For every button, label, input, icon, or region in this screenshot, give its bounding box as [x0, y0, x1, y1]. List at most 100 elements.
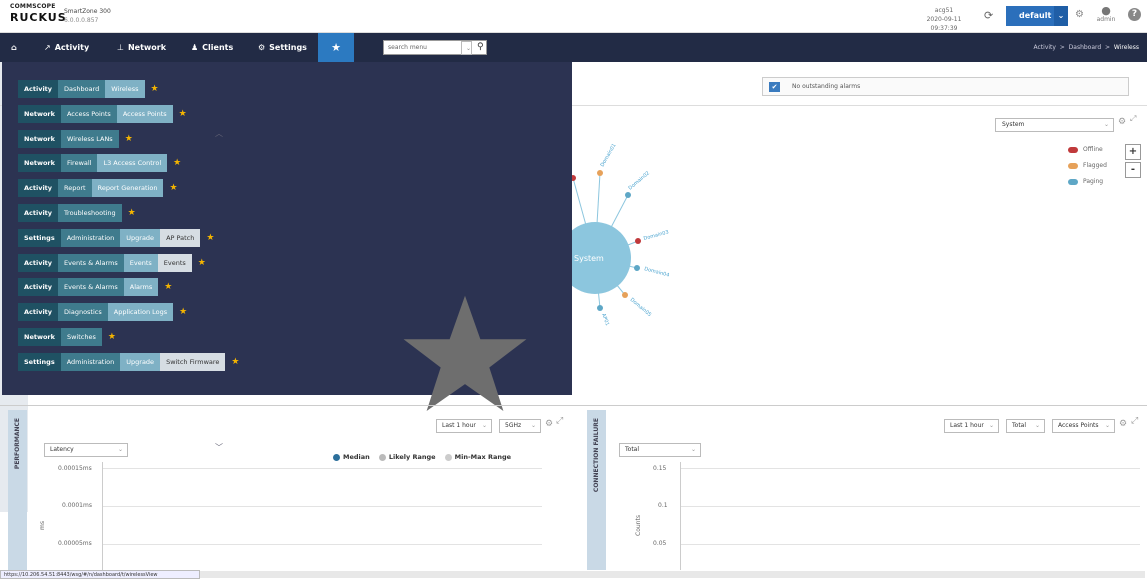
favorite-path-segment[interactable]: Activity — [18, 80, 59, 98]
favorite-item[interactable]: Activity Dashboard Wireless ★ — [18, 80, 159, 98]
horizontal-scrollbar[interactable] — [200, 571, 1145, 578]
favorite-path-segment[interactable]: Settings — [18, 352, 61, 371]
zoom-out-button[interactable]: - — [1125, 162, 1141, 178]
gear-icon[interactable]: ⚙ — [1118, 117, 1126, 127]
gear-icon[interactable]: ⚙ — [1119, 419, 1127, 429]
gear-icon[interactable]: ⚙ — [545, 419, 553, 429]
favorites-menu: ︿ Activity Dashboard Wireless ★ Network Acces… — [2, 62, 572, 452]
favorite-path-segment[interactable]: Activity — [18, 253, 59, 272]
star-icon[interactable]: ★ — [125, 134, 133, 144]
expand-icon[interactable]: ⤢ — [1131, 416, 1138, 426]
zoom-in-button[interactable]: + — [1125, 144, 1141, 160]
favorite-path-segment[interactable]: Activity — [18, 179, 59, 198]
favorite-item[interactable]: Activity Report Report Generation ★ — [18, 179, 178, 198]
perf-metric-select[interactable]: Latency ⌄ — [44, 443, 128, 457]
favorite-path-segment[interactable]: Network — [18, 104, 61, 123]
favorite-path-segment[interactable]: Troubleshooting — [58, 204, 122, 222]
favorite-path-segment[interactable]: Access Points — [60, 104, 117, 123]
star-icon[interactable]: ★ — [128, 208, 136, 218]
favorite-item[interactable]: Network Access Points Access Points ★ — [18, 104, 187, 123]
refresh-icon[interactable]: ⟳ — [984, 9, 993, 22]
domain-selector[interactable]: default ⌄ — [1006, 6, 1068, 26]
favorite-path-segment[interactable]: L3 Access Control — [97, 154, 168, 173]
user-menu[interactable]: ● admin — [1094, 5, 1118, 24]
star-icon[interactable]: ★ — [164, 282, 172, 292]
help-icon[interactable]: ? — [1128, 8, 1141, 21]
favorite-path-segment[interactable]: Events — [157, 253, 192, 272]
favorite-path-segment[interactable]: Dashboard — [58, 80, 106, 98]
star-icon[interactable]: ★ — [179, 109, 187, 119]
favorite-path-segment[interactable]: Report — [58, 179, 92, 198]
favorite-path-segment[interactable]: Upgrade — [120, 352, 161, 371]
scroll-down-icon[interactable]: ﹀ — [215, 442, 223, 453]
favorites-star-tab[interactable]: ★ — [318, 33, 354, 62]
favorite-path-segment[interactable]: Events — [123, 253, 158, 272]
nav-clients[interactable]: ♟ Clients — [191, 33, 233, 62]
favorite-path-segment[interactable]: Upgrade — [120, 228, 161, 247]
favorite-item[interactable]: Settings Administration Upgrade Switch Firm… — [18, 352, 240, 371]
favorite-path-segment[interactable]: Application Logs — [107, 303, 174, 322]
favorite-item[interactable]: Activity Events & Alarms Events Events ★ — [18, 253, 206, 272]
search-icon[interactable]: ⚲ — [473, 41, 484, 54]
star-icon[interactable]: ★ — [231, 357, 239, 367]
breadcrumb-item[interactable]: Dashboard — [1069, 44, 1102, 51]
favorite-path-segment[interactable]: Wireless LANs — [60, 129, 119, 148]
conn-metric-select[interactable]: Total ⌄ — [619, 443, 701, 457]
favorite-path-segment[interactable]: Wireless — [105, 80, 145, 98]
favorite-path-segment[interactable]: Diagnostics — [58, 303, 108, 322]
favorite-path-segment[interactable]: Network — [18, 154, 61, 173]
favorite-item[interactable]: Activity Events & Alarms Alarms ★ — [18, 278, 172, 297]
topology-graph[interactable]: System Domain01 Domain02 Domain03 Domain… — [560, 140, 710, 340]
chevron-down-icon[interactable]: ⌄ — [461, 41, 473, 55]
favorite-path-segment[interactable]: Alarms — [123, 278, 159, 297]
nav-settings[interactable]: ⚙ Settings — [258, 33, 307, 62]
conn-scope-select[interactable]: Access Points ⌄ — [1052, 419, 1115, 433]
home-icon[interactable]: ⌂ — [11, 33, 17, 62]
expand-icon[interactable]: ⤢ — [1130, 114, 1136, 124]
search-menu-input[interactable]: search menu ⌄ ⚲ — [383, 40, 487, 55]
perf-band-select[interactable]: 5GHz ⌄ — [499, 419, 541, 433]
chevron-down-icon[interactable]: ⌄ — [1054, 6, 1068, 26]
ruckus-logo[interactable]: COMMSCOPE RUCKUS — [10, 4, 67, 24]
star-icon[interactable]: ★ — [179, 307, 187, 317]
favorite-path-segment[interactable]: Firewall — [60, 154, 98, 173]
performance-tab[interactable]: PERFORMANCE — [8, 410, 27, 570]
favorite-path-segment[interactable]: Report Generation — [91, 179, 164, 198]
breadcrumb-item[interactable]: Activity — [1034, 44, 1056, 51]
star-icon[interactable]: ★ — [151, 84, 159, 94]
nav-network[interactable]: ⊥ Network — [117, 33, 166, 62]
favorite-path-segment[interactable]: Events & Alarms — [58, 253, 124, 272]
star-icon[interactable]: ★ — [173, 158, 181, 168]
expand-icon[interactable]: ⤢ — [556, 416, 563, 426]
favorite-path-segment[interactable]: Access Points — [116, 104, 173, 123]
favorite-path-segment[interactable]: Events & Alarms — [58, 278, 124, 297]
favorite-path-segment[interactable]: Network — [18, 129, 61, 148]
gear-icon[interactable]: ⚙ — [1075, 9, 1084, 20]
connection-failure-tab[interactable]: CONNECTION FAILURE — [587, 410, 606, 570]
favorite-path-segment[interactable]: Network — [18, 328, 61, 346]
conn-total-select[interactable]: Total ⌄ — [1006, 419, 1045, 433]
favorite-item[interactable]: Settings Administration Upgrade AP Patch ★ — [18, 228, 214, 247]
favorite-item[interactable]: Network Wireless LANs ★ — [18, 129, 133, 148]
favorite-path-segment[interactable]: Switch Firmware — [160, 352, 226, 371]
favorite-path-segment[interactable]: Administration — [60, 352, 121, 371]
favorite-path-segment[interactable]: Settings — [18, 228, 61, 247]
star-icon[interactable]: ★ — [108, 332, 116, 342]
star-icon[interactable]: ★ — [169, 183, 177, 193]
favorite-item[interactable]: Network Switches ★ — [18, 328, 116, 346]
topology-scope-select[interactable]: System ⌄ — [995, 118, 1114, 132]
favorite-item[interactable]: Network Firewall L3 Access Control ★ — [18, 154, 181, 173]
favorite-path-segment[interactable]: Activity — [18, 204, 59, 222]
favorite-path-segment[interactable]: AP Patch — [160, 228, 201, 247]
star-icon[interactable]: ★ — [198, 258, 206, 268]
favorite-path-segment[interactable]: Switches — [60, 328, 102, 346]
star-icon[interactable]: ★ — [206, 233, 214, 243]
favorite-path-segment[interactable]: Activity — [18, 278, 59, 297]
perf-time-select[interactable]: Last 1 hour ⌄ — [436, 419, 492, 433]
favorite-path-segment[interactable]: Activity — [18, 303, 59, 322]
nav-activity[interactable]: ↗ Activity — [44, 33, 89, 62]
favorite-path-segment[interactable]: Administration — [60, 228, 121, 247]
conn-time-select[interactable]: Last 1 hour ⌄ — [944, 419, 999, 433]
favorite-item[interactable]: Activity Troubleshooting ★ — [18, 204, 136, 222]
favorite-item[interactable]: Activity Diagnostics Application Logs ★ — [18, 303, 187, 322]
